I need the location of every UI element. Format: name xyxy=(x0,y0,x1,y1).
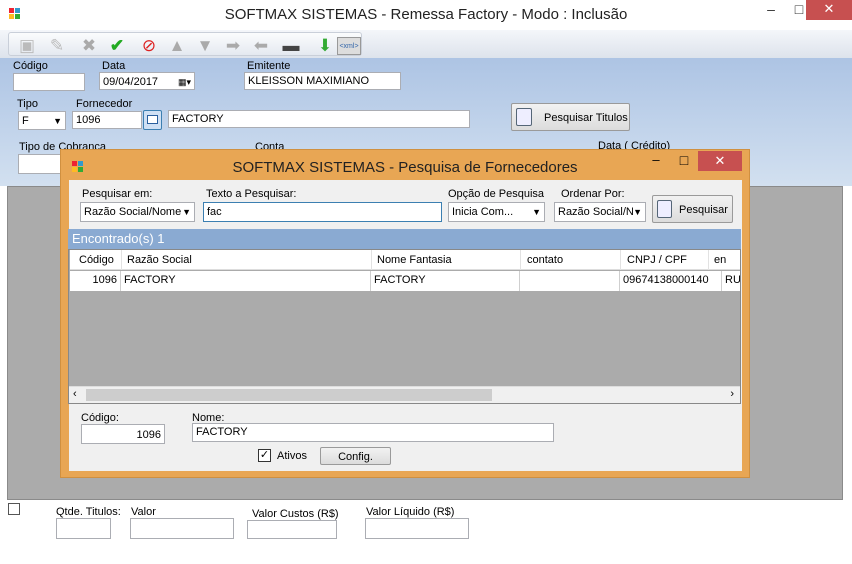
col-header-nome-fantasia[interactable]: Nome Fantasia xyxy=(377,254,452,266)
ordenar-por-select[interactable]: Razão Social/N ▼ xyxy=(554,202,646,222)
emitente-label: Emitente xyxy=(247,60,291,72)
data-value: 09/04/2017 xyxy=(103,76,159,88)
config-label: Config. xyxy=(338,451,373,463)
fornecedor-name-field[interactable]: FACTORY xyxy=(168,110,470,128)
valor-label: Valor xyxy=(131,506,156,518)
toolbar: ▣ ✎ ✖ ✔ ⊘ ▲ ▼ ➡ ⬅ ▬ ⬇ <xml> xyxy=(0,30,852,58)
opcao-pesquisa-value: Inicia Com... xyxy=(452,206,514,218)
dialog-maximize-button[interactable]: □ xyxy=(673,152,695,170)
col-header-cnpj-cpf[interactable]: CNPJ / CPF xyxy=(627,254,687,266)
toolbar-strip: ▣ ✎ ✖ ✔ ⊘ ▲ ▼ ➡ ⬅ ▬ ⬇ <xml> xyxy=(8,32,362,56)
col-header-endereco[interactable]: en xyxy=(714,254,726,266)
scroll-left-icon[interactable]: ‹ xyxy=(73,388,77,400)
horizontal-scrollbar[interactable]: ‹ › xyxy=(69,386,740,403)
print-icon[interactable]: ▬ xyxy=(281,37,301,55)
opcao-pesquisa-label: Opção de Pesquisa xyxy=(448,188,545,200)
ordenar-por-label: Ordenar Por: xyxy=(561,188,625,200)
valor-liquido-label: Valor Líquido (R$) xyxy=(366,506,455,518)
cell-contato xyxy=(520,271,620,291)
chevron-down-icon: ▼ xyxy=(182,207,191,217)
last-icon[interactable]: ⬅ xyxy=(251,37,271,55)
found-count-label: Encontrado(s) 1 xyxy=(72,231,165,246)
confirm-icon[interactable]: ✔ xyxy=(107,37,127,55)
scroll-thumb[interactable] xyxy=(86,389,492,401)
config-button[interactable]: Config. xyxy=(320,447,391,465)
select-all-checkbox[interactable] xyxy=(8,503,20,515)
cell-codigo: 1096 xyxy=(70,271,121,291)
delete-icon[interactable]: ✖ xyxy=(79,37,99,55)
ativos-checkbox[interactable]: ✓ xyxy=(258,449,271,462)
window-title: SOFTMAX SISTEMAS - Remessa Factory - Mod… xyxy=(224,6,628,23)
first-icon[interactable]: ▲ xyxy=(167,37,187,55)
cell-nome-fantasia: FACTORY xyxy=(371,271,520,291)
grid-header: Código Razão Social Nome Fantasia contat… xyxy=(70,250,740,270)
tipo-label: Tipo xyxy=(17,98,38,110)
chevron-down-icon: ▼ xyxy=(53,116,62,126)
pesquisar-em-value: Razão Social/Nome xyxy=(84,206,182,218)
export-icon[interactable]: ⬇ xyxy=(315,37,335,55)
found-band xyxy=(68,229,741,249)
table-row[interactable]: 1096 FACTORY FACTORY 09674138000140 RU/ xyxy=(70,271,740,291)
calendar-icon[interactable]: ▦▾ xyxy=(178,77,191,88)
emitente-field[interactable]: KLEISSON MAXIMIANO xyxy=(244,72,401,90)
next-icon[interactable]: ➡ xyxy=(223,37,243,55)
dialog-codigo-field[interactable]: 1096 xyxy=(81,424,165,444)
ordenar-por-value: Razão Social/N xyxy=(558,206,634,218)
valor-custos-field[interactable] xyxy=(247,520,337,539)
edit-icon[interactable]: ✎ xyxy=(47,37,67,55)
dialog-close-button[interactable]: ✕ xyxy=(698,151,742,171)
search-document-icon xyxy=(657,200,672,218)
texto-pesquisar-input[interactable]: fac xyxy=(203,202,442,222)
dialog-codigo-label: Código: xyxy=(81,412,119,424)
data-label: Data xyxy=(102,60,126,72)
valor-custos-label: Valor Custos (R$) xyxy=(252,508,339,520)
data-datepicker[interactable]: 09/04/2017 ▦▾ xyxy=(99,72,195,90)
codigo-label: Código xyxy=(13,60,48,72)
pesquisar-label: Pesquisar xyxy=(679,204,728,216)
pesquisar-em-label: Pesquisar em: xyxy=(82,188,153,200)
tipo-value: F xyxy=(22,115,29,127)
fornecedor-search-button[interactable] xyxy=(143,110,162,130)
cell-razao-social: FACTORY xyxy=(121,271,371,291)
dialog-minimize-button[interactable]: – xyxy=(645,152,667,170)
window-title-bar: SOFTMAX SISTEMAS - Remessa Factory - Mod… xyxy=(0,0,852,30)
cell-cnpj-cpf: 09674138000140 xyxy=(620,271,722,291)
pesquisar-em-select[interactable]: Razão Social/Nome ▼ xyxy=(80,202,195,222)
chevron-down-icon: ▼ xyxy=(633,207,642,217)
valor-liquido-field[interactable] xyxy=(365,518,469,539)
pesquisar-button[interactable]: Pesquisar xyxy=(652,195,733,223)
qtde-titulos-field[interactable] xyxy=(56,518,111,539)
cell-endereco: RU/ xyxy=(725,274,740,286)
dialog-nome-field[interactable]: FACTORY xyxy=(192,423,554,442)
fornecedor-code-input[interactable]: 1096 xyxy=(72,111,142,129)
pesquisar-titulos-label: Pesquisar Titulos xyxy=(544,112,628,124)
scroll-right-icon[interactable]: › xyxy=(730,388,734,400)
opcao-pesquisa-select[interactable]: Inicia Com... ▼ xyxy=(448,202,545,222)
qtde-titulos-label: Qtde. Titulos: xyxy=(56,506,121,518)
search-window-icon xyxy=(147,115,158,124)
search-document-icon xyxy=(516,108,532,126)
chevron-down-icon: ▼ xyxy=(532,207,541,217)
col-header-codigo[interactable]: Código xyxy=(79,254,114,266)
previous-icon[interactable]: ▼ xyxy=(195,37,215,55)
ativos-label: Ativos xyxy=(277,450,307,462)
close-button[interactable]: ✕ xyxy=(806,0,852,20)
codigo-input[interactable] xyxy=(13,73,85,91)
pesquisar-titulos-button[interactable]: Pesquisar Titulos xyxy=(511,103,630,131)
col-header-contato[interactable]: contato xyxy=(527,254,563,266)
valor-field[interactable] xyxy=(130,518,234,539)
texto-pesquisar-label: Texto a Pesquisar: xyxy=(206,188,297,200)
fornecedor-label: Fornecedor xyxy=(76,98,133,110)
col-header-razao-social[interactable]: Razão Social xyxy=(127,254,192,266)
xml-icon[interactable]: <xml> xyxy=(337,37,361,55)
new-icon[interactable]: ▣ xyxy=(17,37,37,55)
cancel-icon[interactable]: ⊘ xyxy=(139,37,159,55)
tipo-select[interactable]: F ▼ xyxy=(18,111,66,130)
